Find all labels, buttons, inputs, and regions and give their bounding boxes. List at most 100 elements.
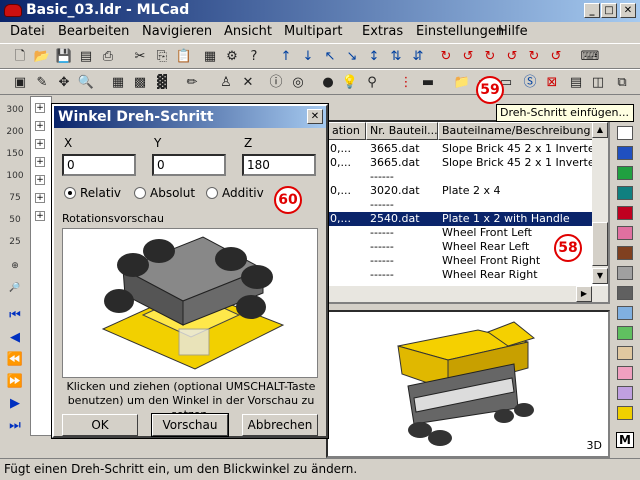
move-left-icon[interactable]: ↖: [320, 47, 340, 67]
minimize-button[interactable]: _: [584, 3, 600, 18]
cut-icon[interactable]: ✂: [130, 47, 150, 67]
menu-einstellungen[interactable]: Einstellungen: [416, 24, 504, 39]
draw-icon[interactable]: ✏: [182, 73, 202, 93]
zoom-fit-icon[interactable]: ⊕: [4, 256, 26, 276]
palette-more-button[interactable]: M: [616, 432, 634, 448]
prev-step-icon[interactable]: ◀: [4, 328, 26, 348]
view-3d[interactable]: 3D: [326, 310, 610, 458]
dialog-close-button[interactable]: ✕: [307, 109, 323, 124]
copy-icon[interactable]: ⎘: [152, 47, 172, 67]
rotate-x-back-icon[interactable]: ↺: [458, 47, 478, 67]
color-swatch[interactable]: [617, 226, 633, 240]
expand-icon[interactable]: +: [35, 121, 45, 131]
keyboard-icon[interactable]: ⌨: [580, 47, 600, 67]
move-right-icon[interactable]: ↘: [342, 47, 362, 67]
y-input[interactable]: 0: [152, 154, 226, 176]
menu-bearbeiten[interactable]: Bearbeiten: [58, 24, 129, 39]
hinge-icon[interactable]: ⚲: [362, 73, 382, 93]
rotation-step-icon[interactable]: Ⓢ: [520, 73, 540, 93]
tree-panel[interactable]: + + + + + + +: [30, 96, 52, 436]
last-step-icon[interactable]: ⏭: [4, 416, 26, 436]
color-swatch[interactable]: [617, 186, 633, 200]
rotate-z-back-icon[interactable]: ↺: [546, 47, 566, 67]
grid-medium-icon[interactable]: ▩: [130, 73, 150, 93]
print-icon[interactable]: ⎙: [98, 47, 118, 67]
preview-button[interactable]: Vorschau: [151, 413, 229, 437]
find-part-icon[interactable]: 🔍: [76, 73, 96, 93]
column-header-part-number[interactable]: Nr. Bauteil...: [366, 122, 438, 140]
rotate-y-back-icon[interactable]: ↺: [502, 47, 522, 67]
context-help-icon[interactable]: ?: [244, 47, 264, 67]
export-icon[interactable]: ⧉: [612, 73, 632, 93]
move-part-icon[interactable]: ✥: [54, 73, 74, 93]
group-icon[interactable]: ◫: [588, 73, 608, 93]
zoom-75-icon[interactable]: 75: [4, 188, 26, 208]
edit-part-icon[interactable]: ✎: [32, 73, 52, 93]
color-swatch[interactable]: [617, 266, 633, 280]
color-swatch[interactable]: [617, 346, 633, 360]
menu-ansicht[interactable]: Ansicht: [224, 24, 272, 39]
camera-icon[interactable]: ▬: [418, 73, 438, 93]
scroll-down-icon[interactable]: ▼: [592, 268, 608, 284]
menu-datei[interactable]: Datei: [10, 24, 45, 39]
grid-coarse-icon[interactable]: ▦: [108, 73, 128, 93]
parts-list[interactable]: ation Nr. Bauteil... Bauteilname/Beschre…: [326, 120, 610, 304]
rotation-preview[interactable]: [62, 228, 318, 378]
menu-navigieren[interactable]: Navigieren: [142, 24, 212, 39]
new-part-icon[interactable]: ▣: [10, 73, 30, 93]
radio-absolut[interactable]: Absolut: [134, 186, 195, 200]
expand-icon[interactable]: +: [35, 157, 45, 167]
folder-step-icon[interactable]: 📁: [452, 73, 472, 93]
move-back-icon[interactable]: ⇅: [386, 47, 406, 67]
move-front-icon[interactable]: ↕: [364, 47, 384, 67]
menu-multipart[interactable]: Multipart: [284, 24, 342, 39]
cancel-button[interactable]: Abbrechen: [242, 414, 318, 436]
color-swatch[interactable]: [617, 326, 633, 340]
scroll-up-icon[interactable]: ▲: [592, 122, 608, 138]
app-icon[interactable]: [4, 4, 22, 17]
grid-fine-icon[interactable]: ▓: [152, 73, 172, 93]
ok-button[interactable]: OK: [62, 414, 138, 436]
menu-hilfe[interactable]: Hilfe: [498, 24, 528, 39]
expand-icon[interactable]: +: [35, 175, 45, 185]
maximize-button[interactable]: □: [601, 3, 617, 18]
properties-icon[interactable]: ▦: [200, 47, 220, 67]
expand-icon[interactable]: +: [35, 103, 45, 113]
rotate-y-icon[interactable]: ↻: [480, 47, 500, 67]
forward-icon[interactable]: ⏩: [4, 372, 26, 392]
zoom-100-icon[interactable]: 100: [4, 166, 26, 186]
new-file-icon[interactable]: 🗋: [10, 47, 30, 67]
color-swatch[interactable]: [617, 166, 633, 180]
color-swatch[interactable]: [617, 246, 633, 260]
zoom-50-icon[interactable]: 50: [4, 210, 26, 230]
step-icon[interactable]: ⋮: [396, 73, 416, 93]
color-swatch[interactable]: [617, 286, 633, 300]
menu-extras[interactable]: Extras: [362, 24, 403, 39]
zoom-icon[interactable]: 🔎: [4, 278, 26, 298]
horizontal-scrollbar[interactable]: ▶: [328, 286, 608, 302]
color-swatch[interactable]: [617, 406, 633, 420]
zoom-25-icon[interactable]: 25: [4, 232, 26, 252]
column-header-position[interactable]: ation: [328, 122, 366, 140]
bulb-icon[interactable]: 💡: [340, 73, 360, 93]
first-step-icon[interactable]: ⏮: [4, 306, 26, 326]
color-swatch[interactable]: [617, 206, 633, 220]
buffer-icon[interactable]: ▤: [566, 73, 586, 93]
light-icon[interactable]: ●: [318, 73, 338, 93]
z-input[interactable]: 180: [242, 154, 316, 176]
color-swatch[interactable]: [617, 126, 633, 140]
color-swatch[interactable]: [617, 146, 633, 160]
color-swatch[interactable]: [617, 366, 633, 380]
move-down-icon[interactable]: ↓: [298, 47, 318, 67]
person-icon[interactable]: ♙: [216, 73, 236, 93]
rotate-z-icon[interactable]: ↻: [524, 47, 544, 67]
ghost-icon[interactable]: ⊠: [542, 73, 562, 93]
move-up-icon[interactable]: ↑: [276, 47, 296, 67]
settings-icon[interactable]: ⚙: [222, 47, 242, 67]
expand-icon[interactable]: +: [35, 193, 45, 203]
target-icon[interactable]: ◎: [288, 73, 308, 93]
column-header-description[interactable]: Bauteilname/Beschreibung: [438, 122, 594, 140]
save-as-icon[interactable]: ▤: [76, 47, 96, 67]
radio-relativ[interactable]: Relativ: [64, 186, 121, 200]
zoom-200-icon[interactable]: 200: [4, 122, 26, 142]
